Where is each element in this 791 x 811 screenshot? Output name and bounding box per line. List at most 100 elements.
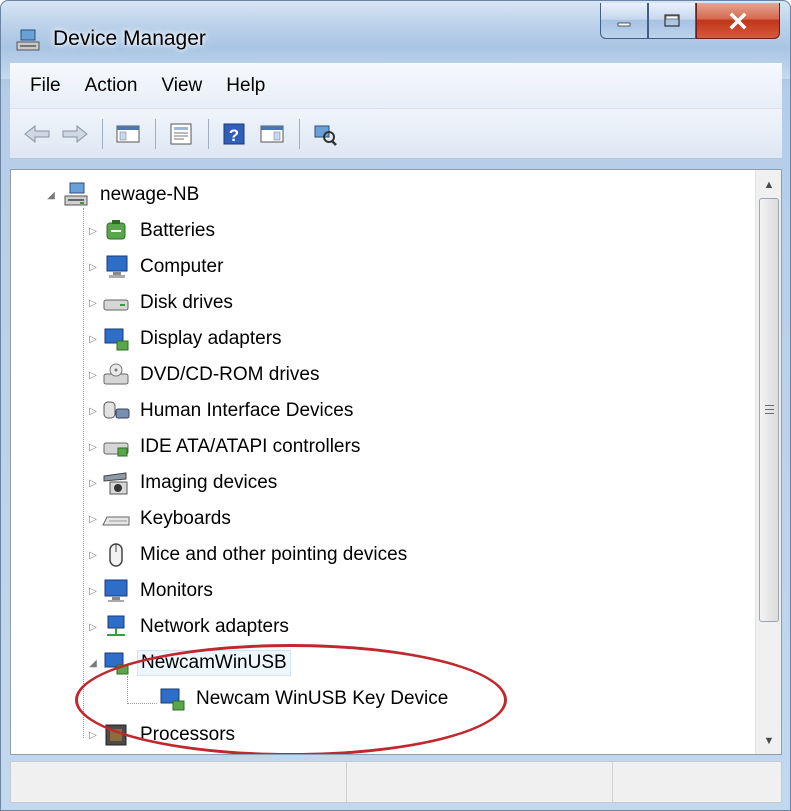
- back-arrow-icon: [24, 124, 50, 143]
- status-cell: [347, 762, 613, 802]
- expand-arrow-icon[interactable]: ▷: [87, 261, 99, 273]
- tree-item-label: Monitors: [140, 580, 213, 601]
- expand-arrow-icon[interactable]: ▷: [87, 477, 99, 489]
- device-manager-icon: [16, 29, 40, 51]
- action-pane-button[interactable]: [257, 119, 287, 149]
- tree-item-network-adapters[interactable]: ▷ Network adapters: [87, 610, 292, 644]
- expand-arrow-icon[interactable]: ▷: [87, 585, 99, 597]
- tree-item-label: Keyboards: [140, 508, 231, 529]
- tree-root-label: newage-NB: [100, 184, 200, 205]
- scrollbar-thumb[interactable]: [759, 198, 779, 622]
- menu-action[interactable]: Action: [75, 75, 152, 97]
- tree-item-computer[interactable]: ▷ Computer: [87, 250, 226, 284]
- scroll-up-icon[interactable]: ▲: [756, 172, 781, 198]
- menu-bar: File Action View Help: [10, 63, 782, 109]
- scan-hardware-icon: [314, 125, 337, 146]
- toolbar-separator: [208, 118, 209, 149]
- keyboard-icon: [102, 516, 130, 526]
- toolbar-separator: [102, 118, 103, 149]
- tree-item-mice-and-other-pointing-devices[interactable]: ▷ Mice and other pointing devices: [87, 538, 410, 572]
- tree-item-monitors[interactable]: ▷ Monitors: [87, 574, 216, 608]
- expand-arrow-icon[interactable]: ▷: [87, 441, 99, 453]
- maximize-icon: [664, 13, 680, 27]
- device-manager-window: Device Manager File Action View Help ? ◢…: [0, 0, 791, 811]
- status-cell: [11, 762, 347, 802]
- maximize-button[interactable]: [648, 3, 696, 39]
- menu-help[interactable]: Help: [216, 75, 279, 97]
- tree-item-keyboards[interactable]: ▷ Keyboards: [87, 502, 234, 536]
- device-tree-pane: ◢ newage-NB ▷ Batteries ▷ Computer ▷ Dis…: [10, 169, 782, 755]
- tree-item-label: Imaging devices: [140, 472, 278, 493]
- menu-file[interactable]: File: [20, 75, 75, 97]
- tree-guide-line: [83, 208, 84, 738]
- tree-item-batteries[interactable]: ▷ Batteries: [87, 214, 218, 248]
- expand-arrow-icon[interactable]: ▷: [87, 621, 99, 633]
- window-title: Device Manager: [53, 27, 206, 50]
- expand-arrow-icon[interactable]: ▷: [87, 405, 99, 417]
- forward-arrow-icon: [62, 124, 88, 143]
- tree-item-label: Network adapters: [140, 616, 289, 637]
- properties-icon: [170, 123, 192, 144]
- network-adapter-icon: [107, 615, 125, 636]
- annotation-ellipse: [75, 644, 507, 754]
- help-button[interactable]: ?: [219, 119, 249, 149]
- close-button[interactable]: [696, 3, 780, 39]
- thumb-grip: [765, 413, 774, 414]
- menu-view[interactable]: View: [151, 75, 216, 97]
- tree-item-human-interface-devices[interactable]: ▷ Human Interface Devices: [87, 394, 356, 428]
- tree-item-dvd-cd-rom-drives[interactable]: ▷ DVD/CD-ROM drives: [87, 358, 322, 392]
- toolbar-separator: [155, 118, 156, 149]
- toolbar: ?: [10, 109, 782, 159]
- toolbar-separator: [299, 118, 300, 149]
- ide-controller-icon: [103, 442, 129, 457]
- vertical-scrollbar[interactable]: ▲ ▼: [755, 170, 781, 754]
- back-button[interactable]: [22, 119, 52, 149]
- tree-item-label: IDE ATA/ATAPI controllers: [140, 436, 361, 457]
- scroll-down-icon[interactable]: ▼: [756, 728, 781, 754]
- caption-buttons: [600, 3, 780, 39]
- battery-icon: [106, 220, 126, 240]
- tree-item-display-adapters[interactable]: ▷ Display adapters: [87, 322, 285, 356]
- svg-text:?: ?: [229, 126, 239, 145]
- computer-network-icon: [64, 182, 88, 206]
- show-hide-console-tree-button[interactable]: [113, 119, 143, 149]
- expand-arrow-icon[interactable]: ▷: [87, 225, 99, 237]
- status-cell: [613, 762, 781, 802]
- tree-item-ide-ata-atapi-controllers[interactable]: ▷ IDE ATA/ATAPI controllers: [87, 430, 363, 464]
- computer-icon: [106, 255, 128, 278]
- forward-button[interactable]: [60, 119, 90, 149]
- scan-hardware-button[interactable]: [310, 119, 340, 149]
- expand-arrow-icon[interactable]: ▷: [87, 549, 99, 561]
- tree-item-label: Display adapters: [140, 328, 282, 349]
- tree-item-label: Batteries: [140, 220, 215, 241]
- collapse-arrow-icon[interactable]: ◢: [45, 189, 57, 201]
- thumb-grip: [765, 405, 774, 406]
- expand-arrow-icon[interactable]: ▷: [87, 333, 99, 345]
- hid-icon: [103, 401, 130, 419]
- display-adapter-icon: [104, 328, 129, 351]
- tree-item-label: Human Interface Devices: [140, 400, 354, 421]
- expand-arrow-icon[interactable]: ▷: [87, 729, 99, 741]
- disk-drive-icon: [103, 299, 129, 311]
- dvd-drive-icon: [103, 363, 129, 385]
- mouse-icon: [109, 543, 123, 567]
- expand-arrow-icon[interactable]: ▷: [87, 297, 99, 309]
- camera-icon: [103, 472, 128, 495]
- action-pane-icon: [260, 125, 284, 142]
- expand-arrow-icon[interactable]: ▷: [87, 369, 99, 381]
- status-bar: [10, 761, 782, 803]
- device-tree: ◢ newage-NB ▷ Batteries ▷ Computer ▷ Dis…: [11, 170, 757, 754]
- tree-item-disk-drives[interactable]: ▷ Disk drives: [87, 286, 236, 320]
- minimize-button[interactable]: [600, 3, 648, 39]
- tree-root-node[interactable]: ◢ newage-NB: [45, 178, 202, 212]
- close-icon: [729, 12, 747, 29]
- tree-item-label: DVD/CD-ROM drives: [140, 364, 320, 385]
- tree-item-label: Disk drives: [140, 292, 233, 313]
- tree-item-label: Computer: [140, 256, 224, 277]
- expand-arrow-icon[interactable]: ▷: [87, 513, 99, 525]
- properties-button[interactable]: [166, 119, 196, 149]
- collapse-arrow-icon[interactable]: ◢: [87, 657, 99, 669]
- tree-item-imaging-devices[interactable]: ▷ Imaging devices: [87, 466, 280, 500]
- thumb-grip: [765, 409, 774, 410]
- minimize-icon: [617, 22, 631, 26]
